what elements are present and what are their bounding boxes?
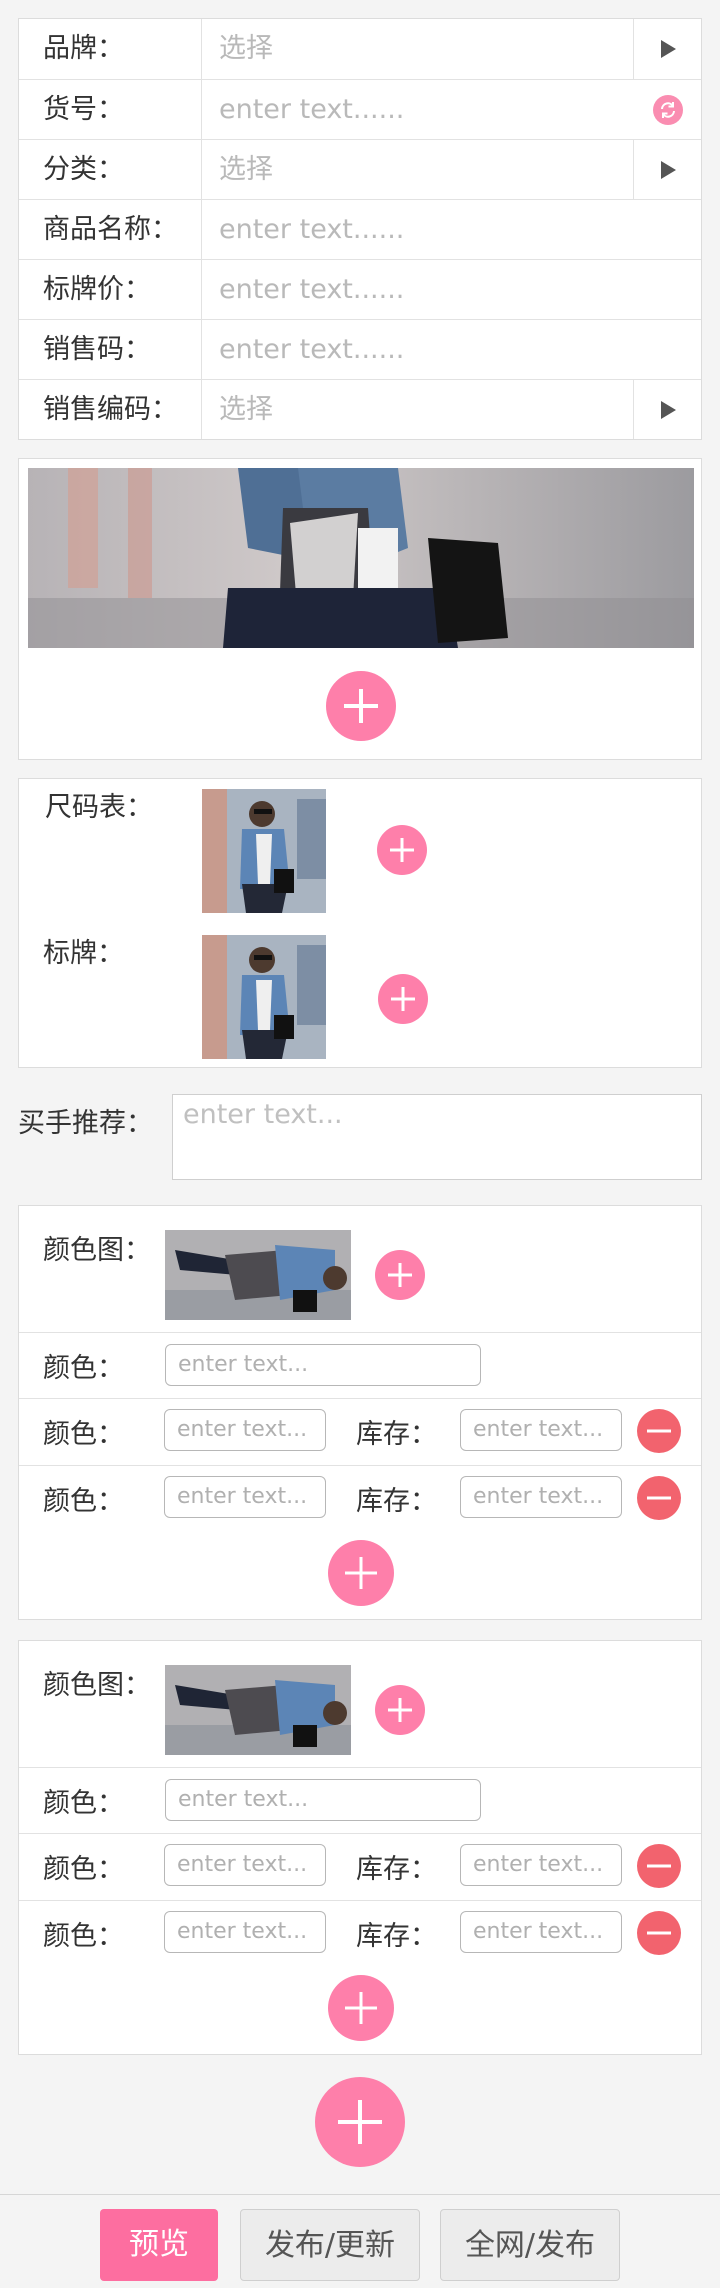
color-image-label: 颜色图： [43,1670,151,1701]
color-input[interactable]: enter text... [165,1779,481,1821]
color-group-1: 颜色图： 颜色： enter text... 颜色： enter text...… [18,1205,702,1620]
product-name-row: 商品名称： enter text...... [19,199,701,259]
stock-label: 库存： [356,1486,437,1517]
brand-row[interactable]: 品牌： 选择 [19,19,701,79]
remove-row-button[interactable] [637,1844,681,1888]
sale-code-input[interactable]: enter text...... [219,320,404,380]
sale-code-label: 销售码： [43,334,151,365]
add-color-image-button[interactable] [375,1685,425,1735]
color-label: 颜色： [43,1854,124,1885]
remove-row-button[interactable] [637,1476,681,1520]
add-color-row-button[interactable] [328,1540,394,1606]
color-input[interactable]: enter text... [164,1476,326,1518]
size-chart-label: 尺码表： [45,792,153,823]
sale-code-row: 销售码： enter text...... [19,319,701,379]
color-label: 颜色： [43,1788,124,1819]
color-label: 颜色： [43,1353,124,1384]
stock-input[interactable]: enter text... [460,1911,622,1953]
category-label: 分类： [43,154,124,185]
item-no-input[interactable]: enter text...... [219,80,404,140]
refresh-icon[interactable] [653,95,683,125]
product-info-form: 品牌： 选择 货号： enter text...... 分类： 选择 商品名称：… [18,18,702,440]
play-arrow-icon [661,401,676,419]
brand-select[interactable]: 选择 [219,19,273,79]
main-photo-card [18,458,702,760]
stock-input[interactable]: enter text... [460,1409,622,1451]
color-input[interactable]: enter text... [164,1409,326,1451]
sale-encoding-dropdown-button[interactable] [633,380,701,439]
play-arrow-icon [661,161,676,179]
preview-button[interactable]: 预览 [100,2209,218,2281]
product-name-label: 商品名称： [43,214,178,245]
stock-label: 库存： [356,1921,437,1952]
brand-tag-thumbnail[interactable] [202,935,326,1059]
buyer-recommend-label: 买手推荐： [18,1108,153,1139]
category-dropdown-button[interactable] [633,140,701,199]
size-tag-card: 尺码表： 标牌： [18,778,702,1068]
add-color-image-button[interactable] [375,1250,425,1300]
color-label: 颜色： [43,1921,124,1952]
item-no-label: 货号： [43,94,124,125]
add-color-row-button[interactable] [328,1975,394,2041]
stock-input[interactable]: enter text... [460,1476,622,1518]
category-row[interactable]: 分类： 选择 [19,139,701,199]
color-group-2: 颜色图： 颜色： enter text... 颜色： enter text...… [18,1640,702,2055]
brand-tag-label: 标牌： [43,938,124,969]
item-no-row: 货号： enter text...... [19,79,701,139]
color-input[interactable]: enter text... [165,1344,481,1386]
publish-update-button[interactable]: 发布/更新 [240,2209,420,2281]
remove-row-button[interactable] [637,1911,681,1955]
add-color-group-button[interactable] [315,2077,405,2167]
sale-encoding-select[interactable]: 选择 [219,380,273,440]
size-chart-thumbnail[interactable] [202,789,326,913]
product-name-input[interactable]: enter text...... [219,200,404,260]
sale-encoding-label: 销售编码： [43,394,178,425]
play-arrow-icon [661,40,676,58]
tag-price-label: 标牌价： [43,274,151,305]
bottom-action-bar: 预览 发布/更新 全网/发布 [0,2194,720,2288]
remove-row-button[interactable] [637,1409,681,1453]
tag-price-row: 标牌价： enter text...... [19,259,701,319]
buyer-recommend-textarea[interactable]: enter text... [172,1094,702,1180]
category-select[interactable]: 选择 [219,140,273,200]
main-product-photo[interactable] [28,468,694,648]
color-image-thumbnail[interactable] [165,1230,351,1320]
stock-label: 库存： [356,1419,437,1450]
color-input[interactable]: enter text... [164,1911,326,1953]
tag-price-input[interactable]: enter text...... [219,260,404,320]
stock-input[interactable]: enter text... [460,1844,622,1886]
brand-label: 品牌： [43,33,124,64]
color-label: 颜色： [43,1486,124,1517]
add-size-chart-button[interactable] [377,825,427,875]
color-input[interactable]: enter text... [164,1844,326,1886]
stock-label: 库存： [356,1854,437,1885]
add-brand-tag-button[interactable] [378,974,428,1024]
publish-all-button[interactable]: 全网/发布 [440,2209,620,2281]
sale-encoding-row[interactable]: 销售编码： 选择 [19,379,701,439]
color-label: 颜色： [43,1419,124,1450]
add-photo-button[interactable] [326,671,396,741]
color-image-label: 颜色图： [43,1235,151,1266]
color-image-thumbnail[interactable] [165,1665,351,1755]
brand-dropdown-button[interactable] [633,19,701,79]
